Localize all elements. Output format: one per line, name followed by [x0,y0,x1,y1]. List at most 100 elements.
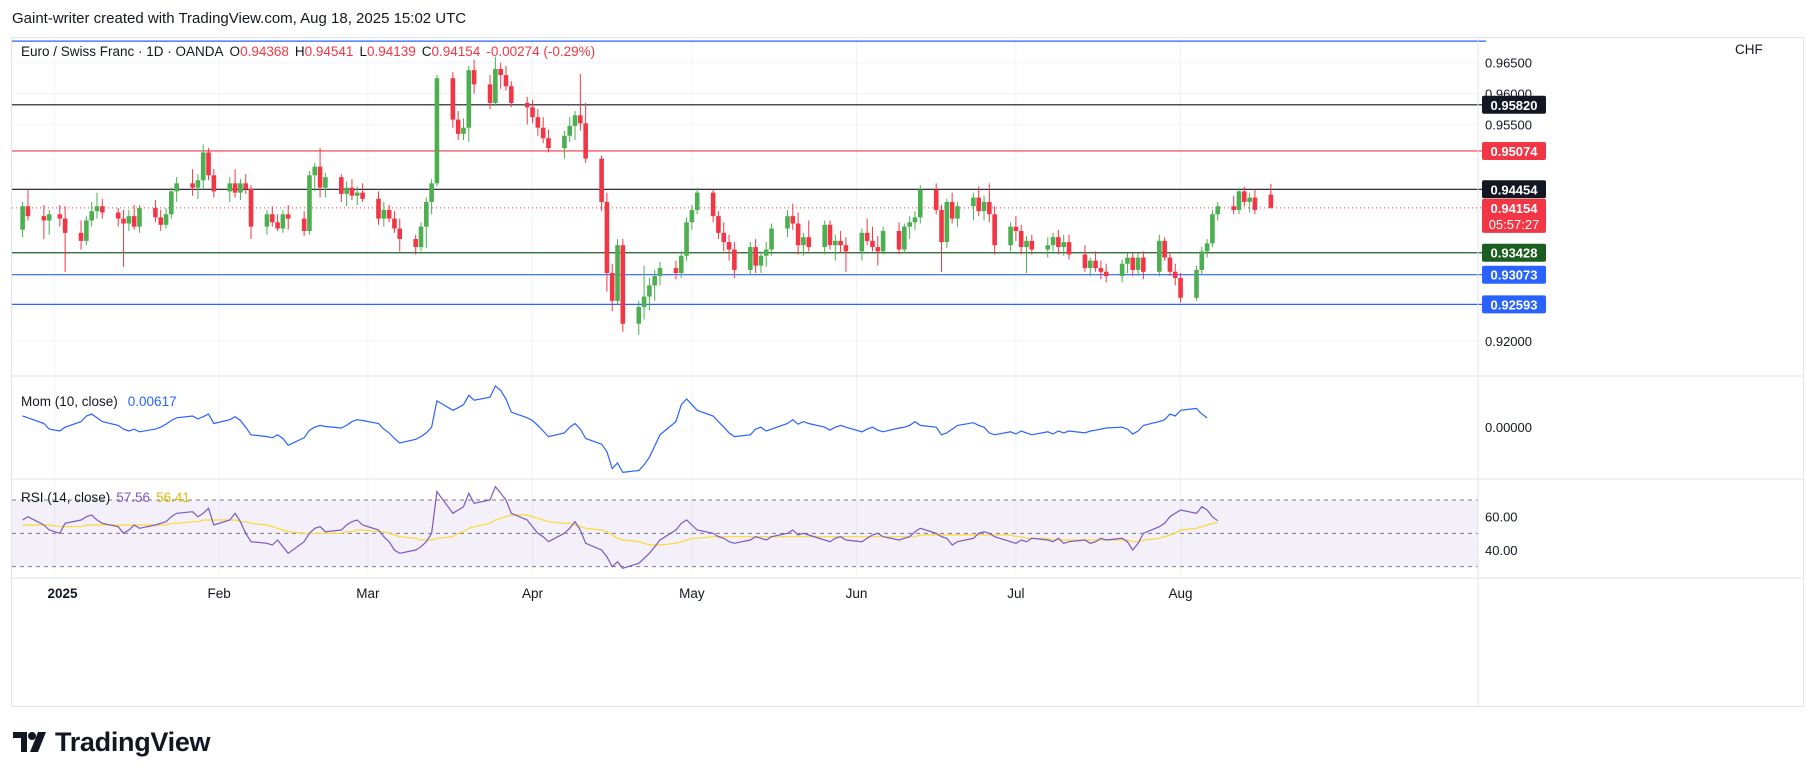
candle[interactable] [758,251,764,274]
candle[interactable] [386,205,392,223]
candle[interactable] [25,189,31,221]
candle[interactable] [933,183,939,215]
candle[interactable] [78,220,84,250]
candle[interactable] [1199,247,1205,275]
candle[interactable] [243,174,249,194]
candle[interactable] [971,192,976,221]
candle[interactable] [1018,224,1024,255]
candle[interactable] [1119,259,1125,283]
candle[interactable] [339,174,344,202]
candle[interactable] [1103,263,1109,283]
candle[interactable] [360,183,365,202]
candle[interactable] [790,203,796,230]
candle[interactable] [1215,201,1221,221]
candle[interactable] [806,220,812,252]
candle[interactable] [115,208,121,227]
candle[interactable] [381,201,387,227]
candle[interactable] [955,201,960,227]
candle[interactable] [418,222,424,252]
candle[interactable] [190,169,195,196]
candle[interactable] [641,265,647,320]
candle[interactable] [307,170,312,235]
candle[interactable] [1013,216,1019,241]
candle[interactable] [689,205,695,230]
candle[interactable] [41,205,47,240]
candle[interactable] [524,96,530,125]
candle[interactable] [1204,239,1210,258]
candle[interactable] [604,192,610,292]
candle[interactable] [99,198,105,219]
candle[interactable] [721,222,727,252]
candle[interactable] [912,211,918,230]
candle[interactable] [169,187,174,219]
candle[interactable] [678,251,684,278]
candle[interactable] [615,239,620,306]
candle[interactable] [89,201,94,227]
candle[interactable] [785,209,790,238]
candle[interactable] [694,187,700,215]
candle[interactable] [838,230,843,254]
candle[interactable] [1157,234,1162,277]
candle[interactable] [487,75,493,110]
candle[interactable] [572,110,578,141]
candle[interactable] [907,216,912,240]
candle[interactable] [976,186,982,217]
candle[interactable] [508,81,514,108]
candle[interactable] [1098,260,1104,280]
candle[interactable] [392,211,397,233]
candle[interactable] [939,205,944,272]
candle[interactable] [540,117,546,144]
candle[interactable] [174,177,179,202]
candle[interactable] [769,223,774,256]
candle[interactable] [471,59,477,94]
candle[interactable] [317,148,323,198]
candle[interactable] [429,179,434,215]
candle[interactable] [875,235,881,266]
candle[interactable] [1008,222,1013,252]
candle[interactable] [684,217,689,261]
candle[interactable] [673,260,679,280]
candle[interactable] [832,234,838,261]
candle[interactable] [1231,195,1236,215]
candle[interactable] [1162,237,1167,261]
candle[interactable] [450,72,456,128]
candle[interactable] [1252,189,1258,215]
candle[interactable] [530,99,535,124]
candle[interactable] [1082,245,1088,272]
candle[interactable] [455,110,461,141]
candle[interactable] [870,226,875,252]
candle[interactable] [1056,229,1061,255]
candle[interactable] [248,185,254,240]
candle[interactable] [710,189,716,223]
candle[interactable] [1125,253,1130,274]
candle[interactable] [1135,253,1141,277]
candle[interactable] [312,162,318,192]
candle[interactable] [498,62,503,89]
candle[interactable] [275,214,280,231]
candle[interactable] [1172,263,1178,286]
candle[interactable] [413,234,418,255]
candle[interactable] [1194,265,1199,301]
candle[interactable] [1087,257,1093,277]
candle[interactable] [1130,253,1136,277]
candle[interactable] [20,201,25,238]
candle[interactable] [716,211,721,240]
candle[interactable] [195,174,201,199]
candle[interactable] [46,209,52,235]
candle[interactable] [795,212,801,255]
candle[interactable] [232,169,238,198]
candle[interactable] [301,211,307,236]
candle[interactable] [1050,232,1056,252]
candle[interactable] [1093,251,1098,272]
candle[interactable] [753,239,758,274]
candle[interactable] [636,300,642,335]
candle[interactable] [269,206,275,227]
candle[interactable] [1268,183,1274,209]
candle[interactable] [880,226,886,255]
candle[interactable] [206,148,211,181]
momentum-line[interactable] [22,384,1208,474]
candle[interactable] [94,192,100,219]
candle[interactable] [843,237,849,272]
candle[interactable] [397,218,403,252]
candle[interactable] [57,205,63,227]
